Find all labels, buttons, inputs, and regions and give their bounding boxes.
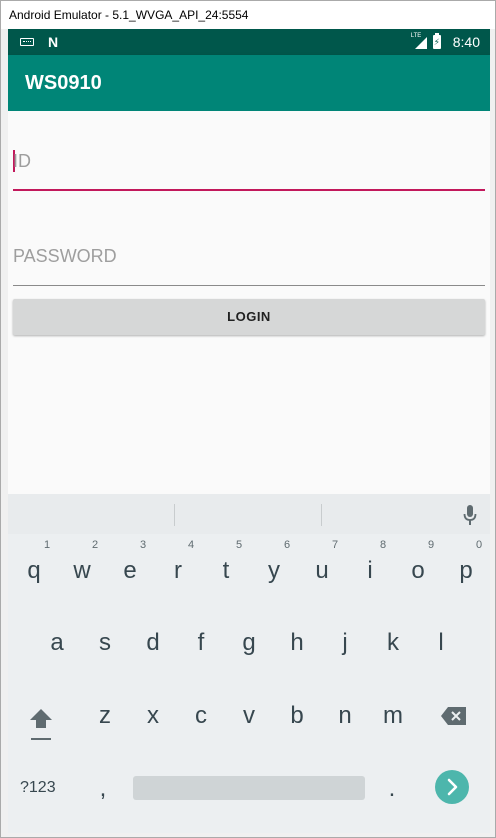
- login-button[interactable]: LOGIN: [13, 299, 485, 335]
- key-m[interactable]: m: [373, 691, 413, 741]
- key-c[interactable]: c: [181, 691, 221, 741]
- key-i[interactable]: i8: [350, 539, 390, 596]
- suggestion-divider: [174, 504, 175, 526]
- key-j[interactable]: j: [325, 618, 365, 668]
- shift-icon[interactable]: [28, 706, 54, 742]
- device-screen: N LTE 8:40 WS0910 ID PASSWORD: [8, 29, 490, 833]
- id-underline: [13, 189, 485, 191]
- key-letter: y: [268, 557, 280, 584]
- key-number-hint: 8: [379, 539, 387, 551]
- key-number-hint: 3: [139, 539, 147, 551]
- key-letter: w: [73, 557, 91, 584]
- key-letter: i: [367, 557, 373, 584]
- key-u[interactable]: u7: [302, 539, 342, 596]
- keyboard-icon: [20, 38, 34, 46]
- status-bar: N LTE 8:40: [8, 29, 490, 55]
- key-z[interactable]: z: [85, 691, 125, 741]
- emulator-window: Android Emulator - 5.1_WVGA_API_24:5554 …: [0, 0, 496, 838]
- status-time: 8:40: [452, 34, 480, 50]
- key-number-hint: 4: [187, 539, 195, 551]
- period-key[interactable]: .: [372, 764, 412, 814]
- key-number-hint: 1: [43, 539, 51, 551]
- enter-key[interactable]: [435, 770, 469, 804]
- key-a[interactable]: a: [37, 618, 77, 668]
- key-s[interactable]: s: [85, 618, 125, 668]
- key-t[interactable]: t5: [206, 539, 246, 596]
- window-title: Android Emulator - 5.1_WVGA_API_24:5554: [9, 8, 249, 22]
- lte-signal-icon: LTE: [411, 33, 427, 49]
- key-number-hint: 2: [91, 539, 99, 551]
- key-w[interactable]: w2: [62, 539, 102, 596]
- key-y[interactable]: y6: [254, 539, 294, 596]
- id-hint: ID: [13, 151, 31, 171]
- suggestion-strip: [8, 494, 490, 534]
- key-o[interactable]: o9: [398, 539, 438, 596]
- app-bar: WS0910: [8, 55, 490, 111]
- key-k[interactable]: k: [373, 618, 413, 668]
- chevron-right-icon: [447, 778, 458, 796]
- app-title: WS0910: [25, 72, 102, 94]
- key-b[interactable]: b: [277, 691, 317, 741]
- key-letter: o: [411, 557, 425, 584]
- key-p[interactable]: p0: [446, 539, 486, 596]
- key-v[interactable]: v: [229, 691, 269, 741]
- key-e[interactable]: e3: [110, 539, 150, 596]
- key-number-hint: 6: [283, 539, 291, 551]
- key-letter: t: [222, 557, 230, 584]
- key-f[interactable]: f: [181, 618, 221, 668]
- password-hint: PASSWORD: [13, 246, 117, 266]
- soft-keyboard: q1w2e3r4t5y6u7i8o9p0 asdfghjkl zxcvbnm ?…: [8, 494, 490, 833]
- key-letter: p: [459, 557, 473, 584]
- key-q[interactable]: q1: [14, 539, 54, 596]
- backspace-icon[interactable]: [440, 706, 468, 726]
- key-n[interactable]: n: [325, 691, 365, 741]
- key-number-hint: 7: [331, 539, 339, 551]
- password-field[interactable]: PASSWORD: [13, 236, 485, 286]
- key-letter: e: [123, 557, 137, 584]
- key-letter: u: [315, 557, 329, 584]
- key-number-hint: 5: [235, 539, 243, 551]
- space-key[interactable]: [133, 776, 365, 800]
- login-form: ID PASSWORD LOGIN: [8, 111, 490, 494]
- symbols-key[interactable]: ?123: [20, 776, 56, 800]
- suggestion-divider: [321, 504, 322, 526]
- key-h[interactable]: h: [277, 618, 317, 668]
- password-underline: [13, 285, 485, 286]
- n-icon: N: [48, 34, 58, 50]
- key-number-hint: 9: [427, 539, 435, 551]
- key-l[interactable]: l: [421, 618, 461, 668]
- key-g[interactable]: g: [229, 618, 269, 668]
- mic-icon[interactable]: [462, 504, 478, 526]
- comma-key[interactable]: ,: [83, 764, 123, 814]
- key-letter: q: [27, 557, 41, 584]
- window-titlebar: Android Emulator - 5.1_WVGA_API_24:5554: [1, 1, 495, 29]
- id-field[interactable]: ID: [13, 141, 485, 191]
- key-letter: r: [174, 557, 182, 584]
- key-x[interactable]: x: [133, 691, 173, 741]
- key-d[interactable]: d: [133, 618, 173, 668]
- battery-icon: [432, 33, 441, 49]
- key-number-hint: 0: [475, 539, 483, 551]
- key-r[interactable]: r4: [158, 539, 198, 596]
